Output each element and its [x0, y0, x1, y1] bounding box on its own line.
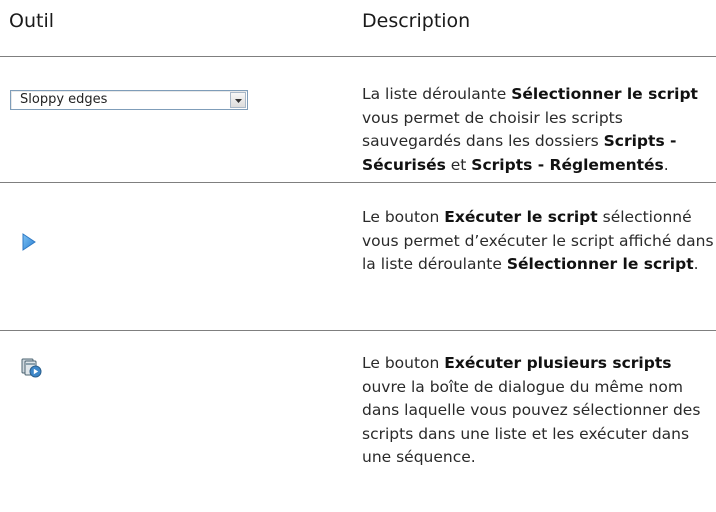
description-term: Sélectionner le script [511, 85, 698, 103]
table-header: Outil Description [0, 0, 716, 56]
column-header-description: Description [362, 10, 471, 32]
column-header-tool: Outil [9, 10, 55, 32]
description-text: vous permet de choisir les scripts sauve… [362, 108, 623, 151]
chevron-down-icon [235, 99, 242, 103]
row-divider [0, 330, 716, 331]
header-divider [0, 56, 716, 57]
description-term: Exécuter le script [444, 208, 598, 226]
description-text: . [693, 255, 699, 274]
row-divider [0, 182, 716, 183]
description-text: La liste déroulante [362, 85, 512, 103]
description-term: Scripts - Réglementés [471, 155, 664, 174]
row-description: Le bouton Exécuter plusieurs scripts ouv… [362, 352, 714, 470]
select-script-dropdown[interactable]: Sloppy edges [10, 90, 248, 110]
play-icon[interactable] [22, 233, 36, 251]
row-description: La liste déroulante Sélectionner le scri… [362, 83, 714, 177]
run-multiple-scripts-icon[interactable] [21, 358, 43, 378]
description-text: et [445, 155, 472, 174]
row-description: Le bouton Exécuter le script sélectionné… [362, 206, 714, 277]
dropdown-arrow-button[interactable] [230, 92, 246, 108]
select-script-value: Sloppy edges [20, 92, 108, 107]
description-text: ouvre la boîte de dialogue du même nom d… [362, 377, 701, 467]
description-text: . [663, 155, 669, 174]
description-text: Le bouton [362, 208, 445, 226]
description-term: Exécuter plusieurs scripts [444, 354, 672, 372]
description-term: Sélectionner le script [506, 255, 694, 274]
description-text: Le bouton [362, 354, 445, 372]
